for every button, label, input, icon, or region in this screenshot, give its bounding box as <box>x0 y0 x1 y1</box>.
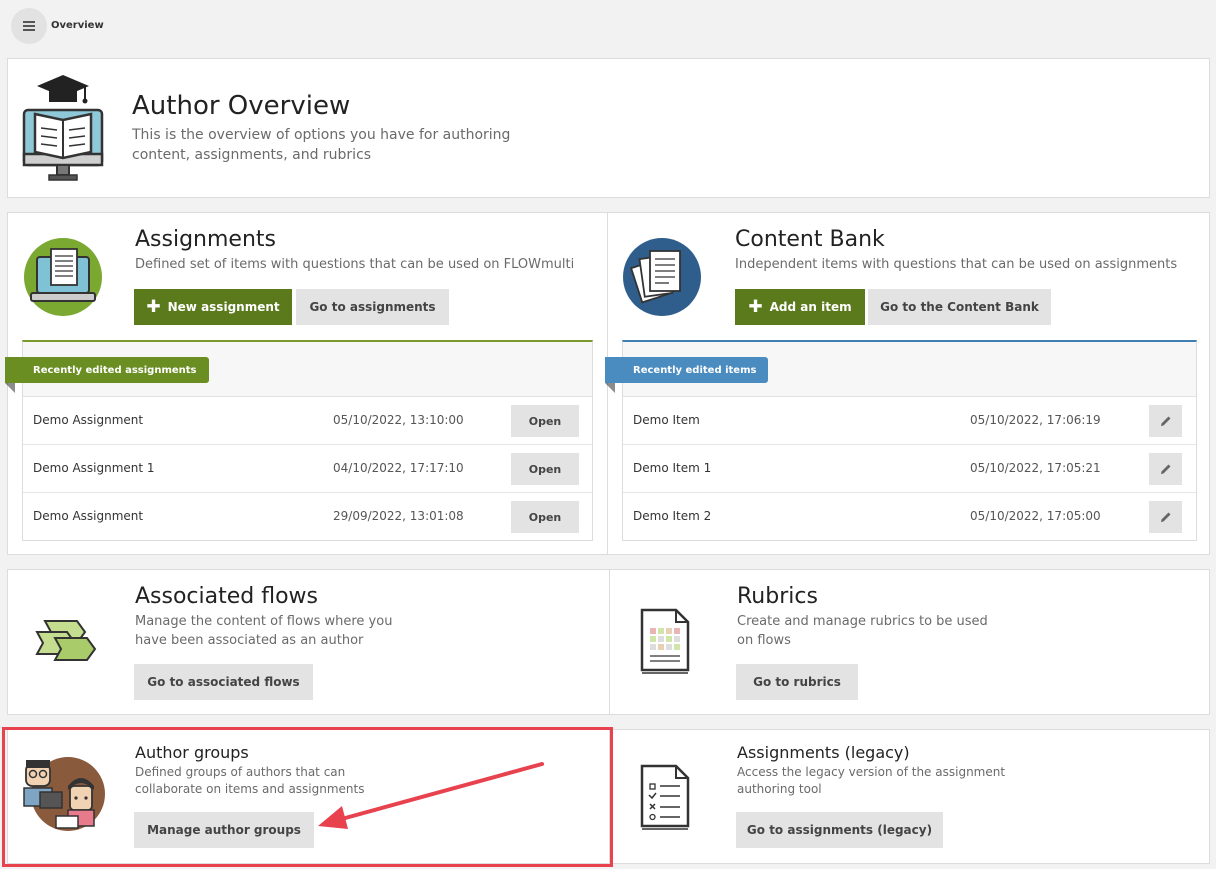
recent-assignments-header: Recently edited assignments <box>5 342 592 397</box>
table-row: Demo Assignment 29/09/2022, 13:01:08 Ope… <box>23 493 592 541</box>
page-description: This is the overview of options you have… <box>132 127 511 163</box>
add-item-label: Add an item <box>769 300 852 314</box>
rubrics-card: Rubrics Create and manage rubrics to be … <box>609 569 1210 715</box>
rubric-document-icon <box>640 608 690 674</box>
plus-icon: ✚ <box>748 296 763 317</box>
item-date: 05/10/2022, 17:05:00 <box>970 509 1101 523</box>
stacked-documents-icon <box>623 238 701 316</box>
breadcrumb: Overview <box>51 20 104 31</box>
pencil-icon <box>1160 416 1170 426</box>
pencil-icon <box>1160 464 1170 474</box>
content-bank-card: Content Bank Independent items with ques… <box>605 212 1210 555</box>
edit-button[interactable] <box>1149 501 1182 533</box>
item-date: 05/10/2022, 17:06:19 <box>970 413 1101 427</box>
page-title: Author Overview <box>132 91 351 121</box>
content-bank-description: Independent items with questions that ca… <box>735 257 1178 272</box>
assignment-date: 29/09/2022, 13:01:08 <box>333 509 464 523</box>
go-to-assignments-button[interactable]: Go to assignments <box>296 289 449 325</box>
assignment-date: 05/10/2022, 13:10:00 <box>333 413 464 427</box>
checklist-document-icon <box>640 764 690 830</box>
overview-header-card: Author Overview This is the overview of … <box>7 58 1210 198</box>
go-to-assignments-legacy-button[interactable]: Go to assignments (legacy) <box>736 812 943 848</box>
top-bar: Overview <box>0 0 1216 52</box>
content-bank-title: Content Bank <box>735 227 885 252</box>
table-row: Demo Assignment 1 04/10/2022, 17:17:10 O… <box>23 445 592 493</box>
associated-flows-card: Associated flows Manage the content of f… <box>7 569 610 715</box>
assignments-card: Assignments Defined set of items with qu… <box>5 212 608 555</box>
new-assignment-button[interactable]: ✚ New assignment <box>134 289 292 325</box>
assignments-legacy-description: Access the legacy version of the assignm… <box>737 765 1006 796</box>
table-row: Demo Item 1 05/10/2022, 17:05:21 <box>623 445 1196 493</box>
item-name: Demo Item <box>633 413 700 427</box>
edit-button[interactable] <box>1149 405 1182 437</box>
recent-items-ribbon: Recently edited items <box>605 357 769 393</box>
open-button[interactable]: Open <box>511 501 579 533</box>
associated-flows-title: Associated flows <box>135 584 319 609</box>
assignment-name: Demo Assignment 1 <box>33 461 155 475</box>
associated-flows-description: Manage the content of flows where you ha… <box>135 614 393 648</box>
rubrics-title: Rubrics <box>737 584 818 609</box>
highlight-box <box>2 727 613 867</box>
assignment-name: Demo Assignment <box>33 509 144 523</box>
pencil-icon <box>1160 512 1170 522</box>
graduation-computer-icon <box>22 75 104 181</box>
recent-assignments-panel: Recently edited assignments Demo Assignm… <box>5 340 593 541</box>
assignments-legacy-card: Assignments (legacy) Access the legacy v… <box>609 729 1210 864</box>
add-item-button[interactable]: ✚ Add an item <box>735 289 865 325</box>
menu-button[interactable] <box>11 8 47 44</box>
item-name: Demo Item 1 <box>633 461 712 475</box>
open-button[interactable]: Open <box>511 405 579 437</box>
rubrics-description: Create and manage rubrics to be used on … <box>737 614 988 648</box>
table-row: Demo Assignment 05/10/2022, 13:10:00 Ope… <box>23 397 592 445</box>
assignments-title: Assignments <box>135 227 276 252</box>
assignments-legacy-title: Assignments (legacy) <box>737 743 910 762</box>
laptop-document-icon <box>24 238 102 316</box>
table-row: Demo Item 2 05/10/2022, 17:05:00 <box>623 493 1196 541</box>
assignment-name: Demo Assignment <box>33 413 144 427</box>
assignments-description: Defined set of items with questions that… <box>135 257 575 272</box>
table-row: Demo Item 05/10/2022, 17:06:19 <box>623 397 1196 445</box>
go-to-rubrics-button[interactable]: Go to rubrics <box>736 664 858 700</box>
plus-icon: ✚ <box>146 296 161 317</box>
flow-arrows-icon <box>35 620 97 661</box>
edit-button[interactable] <box>1149 453 1182 485</box>
new-assignment-label: New assignment <box>167 300 280 314</box>
item-date: 05/10/2022, 17:05:21 <box>970 461 1101 475</box>
go-to-associated-flows-button[interactable]: Go to associated flows <box>134 664 313 700</box>
recent-assignments-ribbon: Recently edited assignments <box>5 357 209 393</box>
go-to-content-bank-button[interactable]: Go to the Content Bank <box>868 289 1051 325</box>
recent-items-header: Recently edited items <box>605 342 1196 397</box>
open-button[interactable]: Open <box>511 453 579 485</box>
assignment-date: 04/10/2022, 17:17:10 <box>333 461 464 475</box>
item-name: Demo Item 2 <box>633 509 712 523</box>
recent-items-panel: Recently edited items Demo Item 05/10/20… <box>605 340 1197 541</box>
hamburger-icon <box>23 21 35 31</box>
